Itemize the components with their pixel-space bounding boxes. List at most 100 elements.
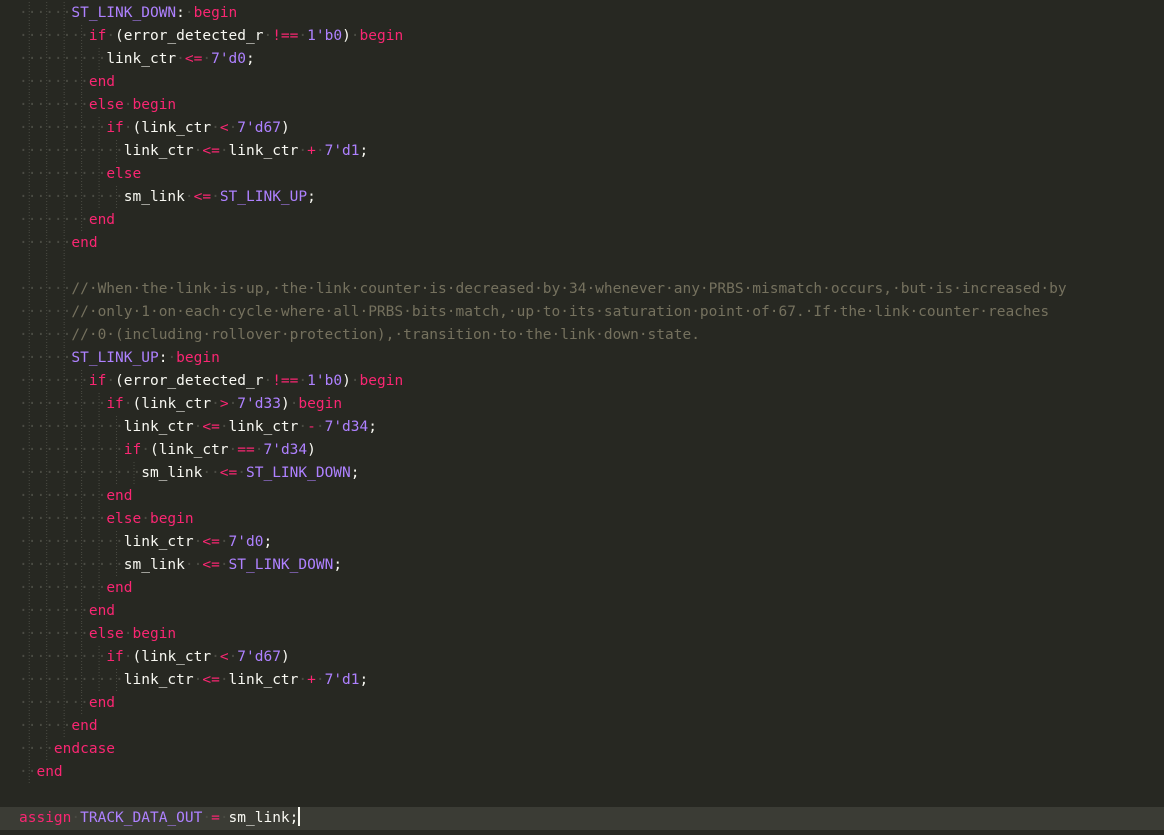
code-line[interactable]: ······//·When·the·link·is·up,·the·link·c… xyxy=(19,278,1164,301)
whitespace-marker: · xyxy=(298,28,308,44)
code-line[interactable]: ······//·only·1·on·each·cycle·where·all·… xyxy=(19,301,1164,324)
code-token: end xyxy=(88,695,116,711)
code-token: ( xyxy=(132,120,142,136)
whitespace-marker: ············ xyxy=(19,143,124,159)
code-line[interactable]: ······end xyxy=(19,232,1164,255)
code-token: if xyxy=(88,373,107,389)
code-line[interactable]: ············sm_link··<=·ST_LINK_DOWN; xyxy=(19,554,1164,577)
code-token: //·When·the·link·is·up,·the·link·counter… xyxy=(71,281,1067,297)
code-token: 7'd1 xyxy=(324,672,360,688)
code-line[interactable]: ··········end xyxy=(19,577,1164,600)
code-token: 7'd33 xyxy=(237,396,281,412)
code-line[interactable]: ··········else·begin xyxy=(19,508,1164,531)
code-line[interactable]: ··········else xyxy=(19,163,1164,186)
whitespace-marker: ········ xyxy=(19,626,89,642)
whitespace-marker: · xyxy=(315,143,325,159)
whitespace-marker: ·········· xyxy=(19,488,107,504)
code-line[interactable]: ··end xyxy=(19,761,1164,784)
whitespace-marker: · xyxy=(106,373,116,389)
code-token: 7'd67 xyxy=(237,649,281,665)
code-line-current[interactable]: assign·TRACK_DATA_OUT·=·sm_link; xyxy=(0,807,1164,830)
code-line[interactable]: ··········if·(link_ctr·>·7'd33)·begin xyxy=(19,393,1164,416)
code-line[interactable]: ········if·(error_detected_r·!==·1'b0)·b… xyxy=(19,370,1164,393)
code-line[interactable]: ··········link_ctr·<=·7'd0; xyxy=(19,48,1164,71)
whitespace-marker: · xyxy=(219,557,229,573)
code-line[interactable]: ········end xyxy=(19,209,1164,232)
code-line[interactable]: ····endcase xyxy=(19,738,1164,761)
code-token: //·0·(including·rollover·protection),·tr… xyxy=(71,327,700,343)
whitespace-marker: · xyxy=(298,419,308,435)
code-line[interactable]: ············link_ctr·<=·7'd0; xyxy=(19,531,1164,554)
code-token: ; xyxy=(307,189,316,205)
code-line[interactable]: ············sm_link·<=·ST_LINK_UP; xyxy=(19,186,1164,209)
whitespace-marker: · xyxy=(211,189,220,205)
code-line[interactable]: ········end xyxy=(19,692,1164,715)
code-token: ; xyxy=(289,810,299,826)
code-editor[interactable]: ······ST_LINK_DOWN:·begin ········if·(err… xyxy=(0,0,1164,835)
code-line[interactable]: ········else·begin xyxy=(19,623,1164,646)
code-token: ST_LINK_DOWN xyxy=(71,5,177,21)
code-line[interactable]: ········end xyxy=(19,71,1164,94)
whitespace-marker: ·· xyxy=(184,557,203,573)
code-token: !== xyxy=(272,28,299,44)
code-token: TRACK_DATA_OUT xyxy=(80,810,203,826)
whitespace-marker: · xyxy=(228,649,238,665)
code-token: : xyxy=(176,5,185,21)
code-line[interactable]: ······end xyxy=(19,715,1164,738)
code-token: link_ctr xyxy=(141,649,212,665)
whitespace-marker: · xyxy=(123,97,133,113)
code-token: else xyxy=(88,626,124,642)
code-token: ; xyxy=(246,51,255,67)
whitespace-marker: ······ xyxy=(19,235,72,251)
code-line[interactable] xyxy=(19,255,1164,278)
code-token: ) xyxy=(280,396,290,412)
whitespace-marker: ·········· xyxy=(19,51,107,67)
code-line[interactable]: ··········end xyxy=(19,485,1164,508)
whitespace-marker: · xyxy=(350,28,360,44)
code-line[interactable]: ········if·(error_detected_r·!==·1'b0)·b… xyxy=(19,25,1164,48)
code-token: 7'd0 xyxy=(228,534,264,550)
code-token: link_ctr xyxy=(123,419,194,435)
code-line[interactable]: ··············sm_link··<=·ST_LINK_DOWN; xyxy=(19,462,1164,485)
whitespace-marker: ······ xyxy=(19,281,72,297)
whitespace-marker: · xyxy=(202,810,212,826)
whitespace-marker: ·········· xyxy=(19,166,107,182)
code-line[interactable]: ············link_ctr·<=·link_ctr·-·7'd34… xyxy=(19,416,1164,439)
code-line[interactable]: ··········if·(link_ctr·<·7'd67) xyxy=(19,646,1164,669)
code-line[interactable]: ············link_ctr·<=·link_ctr·+·7'd1; xyxy=(19,140,1164,163)
code-token: end xyxy=(88,74,116,90)
code-token: ST_LINK_DOWN xyxy=(228,557,334,573)
code-token: error_detected_r xyxy=(123,373,264,389)
whitespace-marker: ········ xyxy=(19,97,89,113)
code-line[interactable]: ······ST_LINK_DOWN:·begin xyxy=(19,2,1164,25)
code-token: if xyxy=(106,649,124,665)
code-token: error_detected_r xyxy=(123,28,264,44)
whitespace-marker: · xyxy=(141,442,150,458)
code-token: + xyxy=(307,672,316,688)
code-line[interactable]: ······//·0·(including·rollover·protectio… xyxy=(19,324,1164,347)
code-line[interactable]: ··········if·(link_ctr·<·7'd67) xyxy=(19,117,1164,140)
code-token: - xyxy=(307,419,316,435)
code-token: 7'd1 xyxy=(324,143,360,159)
code-line[interactable]: ············link_ctr·<=·link_ctr·+·7'd1; xyxy=(19,669,1164,692)
code-token: link_ctr xyxy=(158,442,229,458)
whitespace-marker: · xyxy=(219,534,229,550)
code-token: if xyxy=(106,120,124,136)
code-line[interactable] xyxy=(19,784,1164,807)
code-token: <= xyxy=(184,51,203,67)
text-cursor xyxy=(298,807,301,826)
code-token: link_ctr xyxy=(123,672,194,688)
code-token: link_ctr xyxy=(141,120,212,136)
code-line[interactable]: ············if·(link_ctr·==·7'd34) xyxy=(19,439,1164,462)
code-token: end xyxy=(71,718,98,734)
whitespace-marker: · xyxy=(298,672,308,688)
code-line[interactable]: ········end xyxy=(19,600,1164,623)
code-token: + xyxy=(307,143,316,159)
code-line[interactable]: ········else·begin xyxy=(19,94,1164,117)
code-token: ( xyxy=(115,373,124,389)
code-token: if xyxy=(88,28,107,44)
code-token: ; xyxy=(333,557,343,573)
code-line[interactable]: ······ST_LINK_UP:·begin xyxy=(19,347,1164,370)
code-token: ; xyxy=(350,465,360,481)
code-token: < xyxy=(219,120,229,136)
